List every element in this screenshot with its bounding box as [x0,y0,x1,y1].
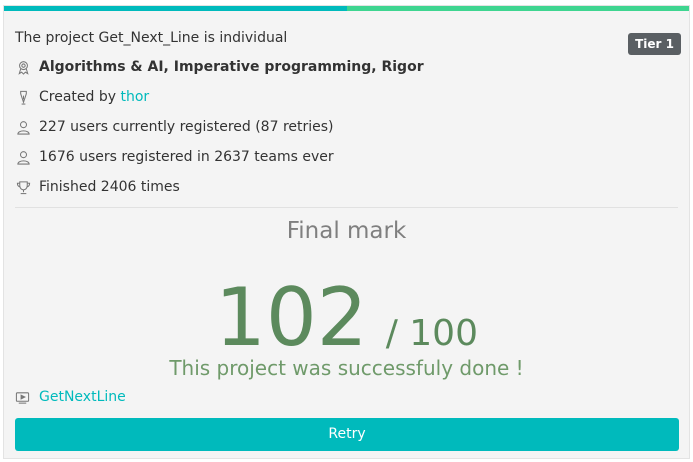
topbar-segment-primary [4,6,347,11]
tier-badge: Tier 1 [628,33,681,55]
project-title: The project Get_Next_Line is individual [15,30,288,46]
creator-prefix: Created by [39,89,117,105]
video-icon [15,389,31,405]
final-mark: 102 / 100 [4,270,689,366]
progress-topbar [4,6,689,11]
current-registered-row: 227 users currently registered (87 retri… [15,117,334,137]
mark-value: 102 [215,271,368,364]
mark-max: / 100 [385,313,478,354]
user-icon [15,149,31,165]
repo-link[interactable]: GetNextLine [39,389,126,405]
creator-link[interactable]: thor [120,89,149,105]
skills-text: Algorithms & AI, Imperative programming,… [39,59,424,75]
success-message: This project was successfuly done ! [169,356,524,380]
user-icon [15,119,31,135]
trophy-icon [15,179,31,195]
finished-row: Finished 2406 times [15,177,180,197]
divider [15,207,678,208]
total-registered-row: 1676 users registered in 2637 teams ever [15,147,334,167]
skills-icon [15,59,31,75]
pen-icon [15,89,31,105]
total-registered-text: 1676 users registered in 2637 teams ever [39,149,334,165]
repo-row: GetNextLine [15,387,126,407]
creator-row: Created by thor [15,87,149,107]
project-card: The project Get_Next_Line is individual … [3,5,690,459]
final-mark-label: Final mark [286,218,407,244]
finished-text: Finished 2406 times [39,179,180,195]
skills-row: Algorithms & AI, Imperative programming,… [15,57,424,77]
topbar-segment-secondary [346,6,689,11]
current-registered-text: 227 users currently registered (87 retri… [39,119,334,135]
retry-button[interactable]: Retry [15,418,679,451]
